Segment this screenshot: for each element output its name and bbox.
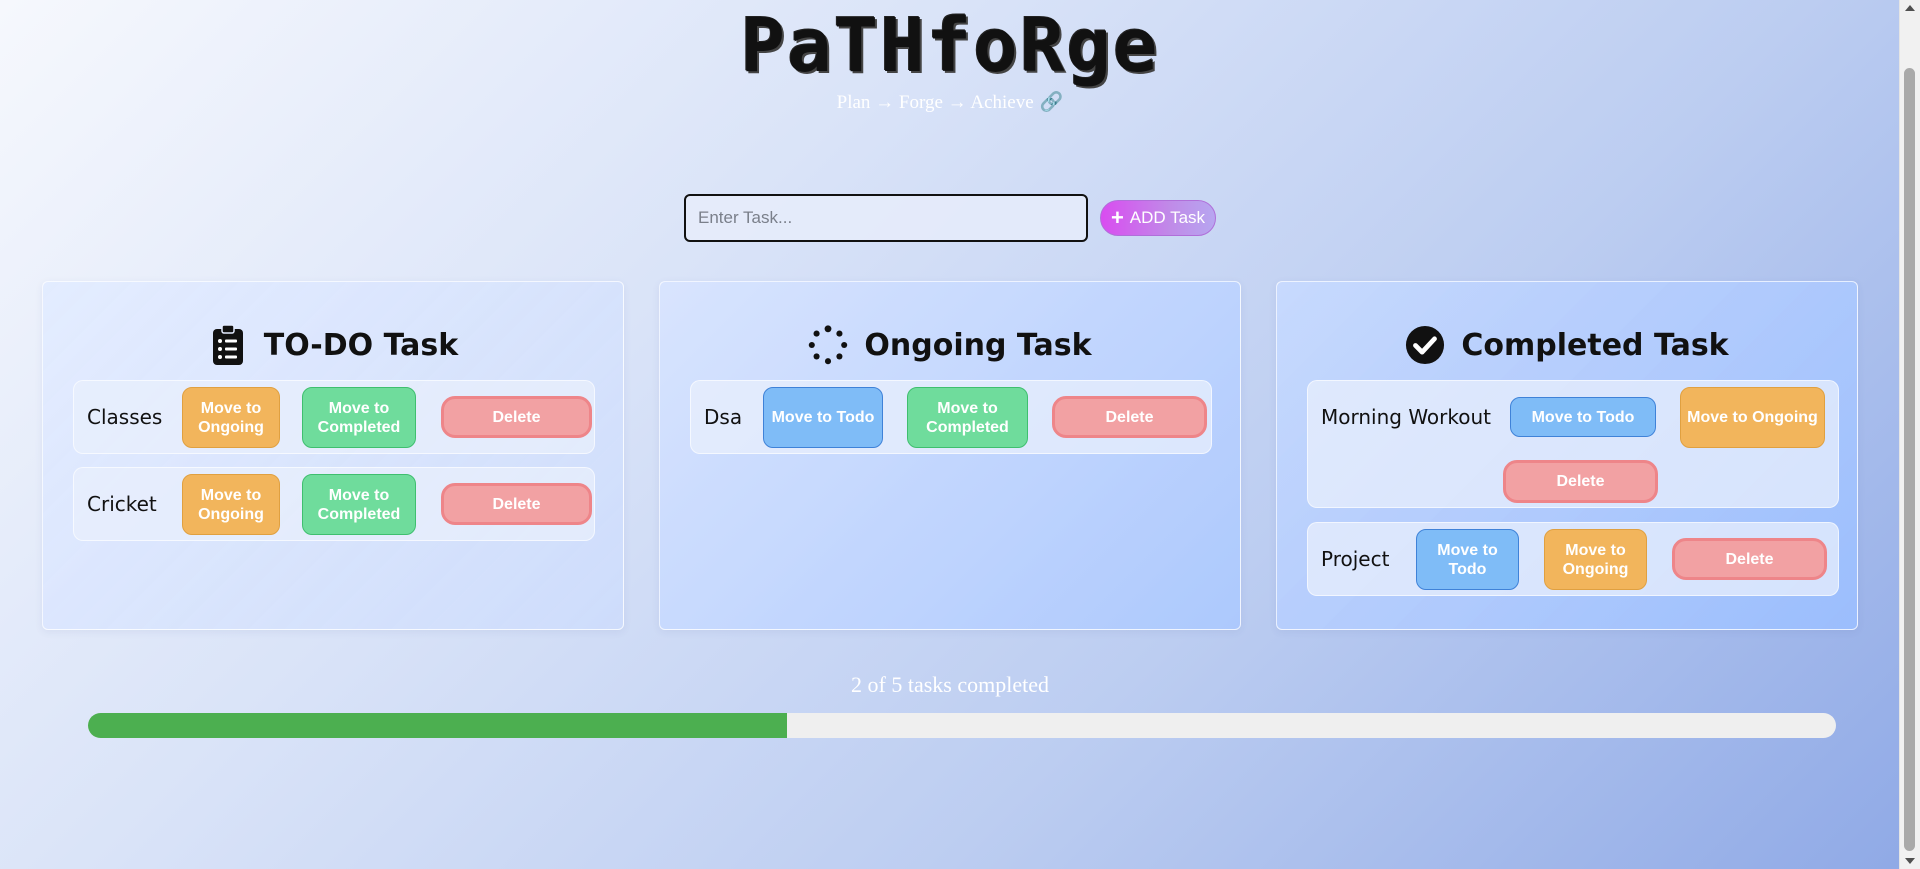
move-to-ongoing-button[interactable]: Move to Ongoing xyxy=(182,474,280,535)
scroll-down-arrow-icon[interactable] xyxy=(1905,858,1915,864)
ongoing-title: Ongoing Task xyxy=(864,327,1092,363)
link-icon: 🔗 xyxy=(1039,92,1064,113)
task-name: Dsa xyxy=(704,405,743,429)
check-circle-icon xyxy=(1405,323,1445,367)
task-name: Cricket xyxy=(87,492,157,516)
move-to-todo-button[interactable]: Move to Todo xyxy=(1416,529,1519,590)
app-subtitle: Plan → Forge → Achieve 🔗 xyxy=(0,90,1900,114)
todo-header: TO-DO Task xyxy=(43,320,623,370)
move-to-ongoing-button[interactable]: Move to Ongoing xyxy=(1544,529,1647,590)
spinner-icon xyxy=(808,323,848,367)
scroll-up-arrow-icon[interactable] xyxy=(1905,5,1915,11)
app-title: PaTHfoRge xyxy=(740,3,1160,89)
progress-text: 2 of 5 tasks completed xyxy=(851,672,1049,697)
task-name: Morning Workout xyxy=(1321,405,1492,429)
delete-button[interactable]: Delete xyxy=(1672,538,1827,580)
completed-column: Completed Task Morning Workout Move to T… xyxy=(1276,281,1858,630)
delete-button[interactable]: Delete xyxy=(1052,396,1207,438)
todo-title: TO-DO Task xyxy=(263,327,459,363)
task-name: Classes xyxy=(87,405,163,429)
move-to-ongoing-button[interactable]: Move to Ongoing xyxy=(1680,387,1825,448)
task-card: Project Move to Todo Move to Ongoing Del… xyxy=(1307,522,1839,596)
task-name: Project xyxy=(1321,547,1390,571)
delete-button[interactable]: Delete xyxy=(441,396,592,438)
completed-title: Completed Task xyxy=(1461,327,1729,363)
page: PaTHfoRge Plan → Forge → Achieve🔗 + ADD … xyxy=(0,0,1900,869)
clipboard-list-icon xyxy=(208,323,248,367)
move-to-completed-button[interactable]: Move to Completed xyxy=(302,387,416,448)
add-task-button[interactable]: + ADD Task xyxy=(1100,200,1216,236)
ongoing-column: Ongoing Task Dsa Move to Todo Move to Co… xyxy=(659,281,1241,630)
move-to-completed-button[interactable]: Move to Completed xyxy=(907,387,1028,448)
vertical-scrollbar[interactable] xyxy=(1899,0,1920,869)
plus-icon: + xyxy=(1110,205,1124,230)
scrollbar-thumb[interactable] xyxy=(1904,68,1915,851)
task-card: Dsa Move to Todo Move to Completed Delet… xyxy=(690,380,1212,454)
move-to-todo-button[interactable]: Move to Todo xyxy=(763,387,883,448)
move-to-completed-button[interactable]: Move to Completed xyxy=(302,474,416,535)
progress-fill xyxy=(88,713,788,738)
move-to-ongoing-button[interactable]: Move to Ongoing xyxy=(182,387,280,448)
todo-column: TO-DO Task Classes Move to Ongoing Move … xyxy=(42,281,624,630)
task-card: Morning Workout Move to Todo Move to Ong… xyxy=(1307,380,1839,508)
ongoing-header: Ongoing Task xyxy=(660,320,1240,370)
subtitle-text: Plan → Forge → Achieve xyxy=(836,92,1034,113)
delete-button[interactable]: Delete xyxy=(441,483,592,525)
add-task-label: ADD Task xyxy=(1129,208,1206,227)
progress-bar xyxy=(88,713,1836,738)
completed-header: Completed Task xyxy=(1277,320,1857,370)
task-card: Cricket Move to Ongoing Move to Complete… xyxy=(73,467,595,541)
task-input[interactable] xyxy=(684,194,1088,242)
task-card: Classes Move to Ongoing Move to Complete… xyxy=(73,380,595,454)
delete-button[interactable]: Delete xyxy=(1503,460,1658,503)
move-to-todo-button[interactable]: Move to Todo xyxy=(1510,397,1656,437)
